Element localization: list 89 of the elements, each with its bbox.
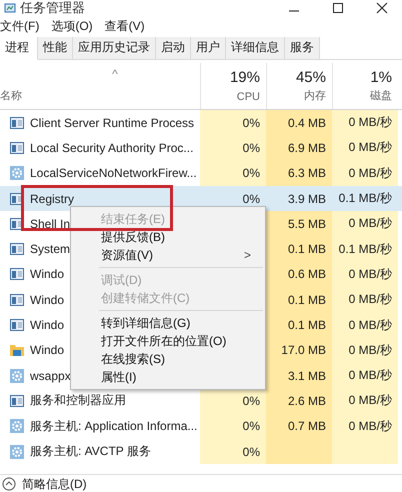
process-name: Local Security Authority Proc... <box>30 140 194 155</box>
context-menu-item[interactable]: 资源值(V) > <box>71 246 265 264</box>
context-menu-item[interactable]: 打开文件所在的位置(O) <box>71 332 265 350</box>
memory-cell: 0.1 MB <box>266 287 332 312</box>
process-name: Windo <box>30 343 64 358</box>
tab[interactable]: 启动 <box>156 37 191 59</box>
gear-icon <box>10 368 24 383</box>
context-menu-item[interactable]: 属性(I) <box>71 368 265 386</box>
cpu-cell: 0% <box>200 438 266 464</box>
memory-cell: 6.9 MB <box>266 135 332 161</box>
gear-icon <box>10 166 24 180</box>
tab[interactable]: 应用历史记录 <box>73 37 156 59</box>
folder-icon <box>10 344 24 356</box>
window-icon <box>10 319 24 332</box>
tab[interactable]: 用户 <box>191 37 226 59</box>
tab[interactable]: 详细信息 <box>226 37 285 59</box>
context-menu-item[interactable]: 转到详细信息(G) <box>71 314 265 332</box>
disk-cell: 0 MB/秒 <box>332 262 398 288</box>
disk-cell <box>332 438 398 464</box>
cpu-cell: 0% <box>200 388 266 414</box>
process-name: 服务和控制器应用 <box>30 392 126 410</box>
column-percent: 45% <box>296 69 326 86</box>
close-icon[interactable] <box>376 2 388 14</box>
app-icon <box>4 2 16 14</box>
process-name: Shell In <box>30 216 70 231</box>
memory-cell: 6.3 MB <box>266 160 332 186</box>
menu-item[interactable]: 查看(V) <box>104 18 145 34</box>
tab[interactable]: 进程 <box>0 37 38 60</box>
memory-cell: 0.1 MB <box>266 236 332 262</box>
window-title: 任务管理器 <box>20 0 85 17</box>
gear-icon <box>10 444 24 458</box>
disk-cell: 0 MB/秒 <box>332 110 398 136</box>
cpu-cell: 0% <box>200 160 266 186</box>
window-icon <box>10 116 24 129</box>
gear-icon <box>10 419 24 434</box>
process-name: Windo <box>30 292 64 307</box>
column-header[interactable]: CPU <box>236 91 260 103</box>
window-icon <box>10 268 24 280</box>
memory-cell <box>266 438 332 464</box>
context-menu-item[interactable]: 提供反馈(B) <box>71 228 265 246</box>
collapse-icon[interactable] <box>2 477 16 491</box>
disk-cell: 0 MB/秒 <box>332 287 398 312</box>
process-name: Registry <box>30 192 74 206</box>
process-name: Windo <box>30 267 64 282</box>
column-percent: 1% <box>370 69 392 86</box>
disk-cell: 0 MB/秒 <box>332 362 398 388</box>
disk-cell: 0 MB/秒 <box>332 388 398 414</box>
disk-cell: 0 MB/秒 <box>332 414 398 439</box>
window-icon <box>10 142 24 154</box>
tab[interactable]: 性能 <box>38 37 73 59</box>
cpu-cell: 0% <box>200 414 266 439</box>
memory-cell: 5.5 MB <box>266 211 332 236</box>
memory-cell: 0.1 MB <box>266 312 332 338</box>
window-icon <box>10 394 24 407</box>
disk-cell: 0 MB/秒 <box>332 135 398 161</box>
column-header[interactable]: 内存 <box>304 88 326 103</box>
process-name: wsappx <box>30 368 71 383</box>
sort-arrow[interactable]: ^ <box>112 67 118 81</box>
memory-cell: 0.6 MB <box>266 262 332 288</box>
maximize-icon[interactable] <box>332 2 344 14</box>
memory-cell: 17.0 MB <box>266 338 332 363</box>
disk-cell: 0 MB/秒 <box>332 338 398 363</box>
process-name: Client Server Runtime Process <box>30 116 194 130</box>
memory-cell: 0.4 MB <box>266 110 332 136</box>
process-name: 服务主机: Application Informa... <box>30 418 198 435</box>
process-name: Windo <box>30 318 64 332</box>
menu-item[interactable]: 文件(F) <box>0 18 40 34</box>
column-percent: 19% <box>230 69 260 86</box>
menu-item[interactable]: 选项(O) <box>51 18 93 34</box>
disk-cell: 0 MB/秒 <box>332 312 398 338</box>
disk-cell: 0.1 MB/秒 <box>332 236 398 262</box>
cpu-cell: 0% <box>200 110 266 136</box>
fewer-details-link[interactable]: 简略信息(D) <box>22 476 87 492</box>
column-header[interactable]: 名称 <box>0 88 200 103</box>
memory-cell: 2.6 MB <box>266 388 332 414</box>
column-header[interactable]: 磁盘 <box>370 88 392 103</box>
disk-cell: 0 MB/秒 <box>332 160 398 186</box>
disk-cell: 0 MB/秒 <box>332 211 398 236</box>
process-name: System <box>30 242 70 256</box>
submenu-arrow: > <box>244 248 251 262</box>
memory-cell: 0.7 MB <box>266 414 332 439</box>
window-icon <box>10 243 24 256</box>
memory-cell: 3.1 MB <box>266 362 332 388</box>
process-name: 服务主机: AVCTP 服务 <box>30 443 151 460</box>
context-menu-item[interactable]: 在线搜索(S) <box>71 350 265 368</box>
window-icon <box>10 294 24 306</box>
process-name: LocalServiceNoNetworkFirew... <box>30 166 197 180</box>
cpu-cell: 0% <box>200 135 266 161</box>
tab[interactable]: 服务 <box>285 37 320 59</box>
